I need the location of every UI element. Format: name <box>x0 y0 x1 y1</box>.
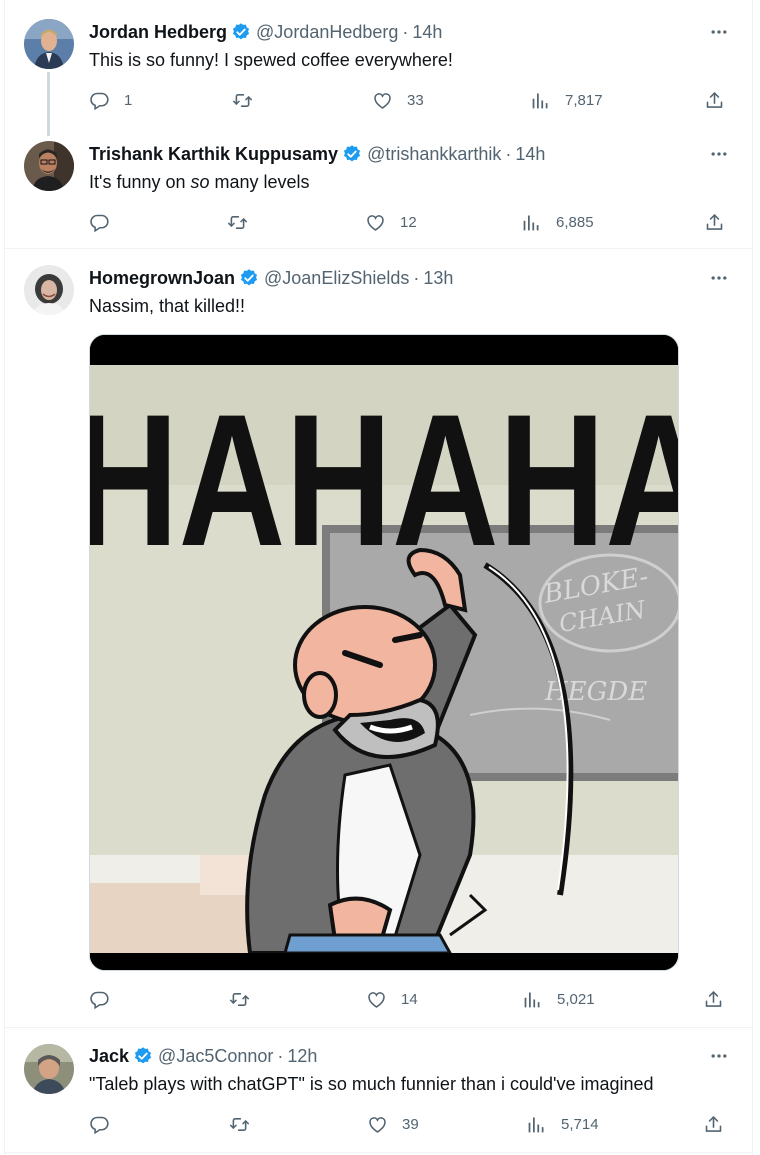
retweet-icon <box>229 1114 250 1135</box>
views-icon <box>530 90 551 111</box>
action-bar: 39 5,714 <box>89 1111 729 1137</box>
username-handle[interactable]: @trishankkarthik <box>367 144 501 165</box>
retweet-button[interactable] <box>227 209 248 235</box>
action-bar: 12 6,885 <box>89 209 729 235</box>
tweet-text: "Taleb plays with chatGPT" is so much fu… <box>89 1074 654 1094</box>
more-options-icon[interactable] <box>708 143 730 165</box>
timestamp[interactable]: 14h <box>412 22 442 43</box>
views-icon <box>526 1114 547 1135</box>
like-icon <box>367 1114 388 1135</box>
tweet-text-end: many levels <box>209 172 310 192</box>
more-options-icon[interactable] <box>708 1045 730 1067</box>
reply-button[interactable]: 1 <box>89 87 132 113</box>
tweet-header: Jordan Hedberg @JordanHedberg · 14h <box>89 20 442 44</box>
retweet-button[interactable] <box>232 87 253 113</box>
tweet-header: HomegrownJoan @JoanElizShields · 13h <box>89 266 453 290</box>
timestamp[interactable]: 13h <box>423 268 453 289</box>
views-button[interactable]: 7,817 <box>530 87 603 113</box>
verified-badge-icon <box>231 22 251 42</box>
reply-count: 1 <box>124 91 133 109</box>
tweet-divider <box>4 248 753 249</box>
views-button[interactable]: 5,714 <box>526 1111 599 1137</box>
timestamp[interactable]: 12h <box>287 1046 317 1067</box>
like-icon <box>372 90 393 111</box>
verified-badge-icon <box>239 268 259 288</box>
username-handle[interactable]: @JordanHedberg <box>256 22 398 43</box>
reply-button[interactable] <box>89 986 110 1012</box>
display-name[interactable]: HomegrownJoan <box>89 268 235 289</box>
media-caption-text: HAHAHA <box>90 375 679 585</box>
reply-button[interactable] <box>89 1111 110 1137</box>
tweet-divider <box>4 1152 753 1153</box>
views-count: 6,885 <box>556 213 594 231</box>
views-button[interactable]: 6,885 <box>521 209 594 235</box>
tweet-text: This is so funny! I spewed coffee everyw… <box>89 50 453 70</box>
share-icon <box>704 90 725 111</box>
separator-dot: · <box>277 1045 284 1066</box>
thread-connector-line <box>47 72 50 136</box>
verified-badge-icon <box>342 144 362 164</box>
retweet-icon <box>232 90 253 111</box>
share-icon <box>703 1114 724 1135</box>
timestamp[interactable]: 14h <box>515 144 545 165</box>
retweet-button[interactable] <box>229 1111 250 1137</box>
retweet-icon <box>229 989 250 1010</box>
tweet-media-image[interactable]: BLOKE- CHAIN HEGDE HAHAHA <box>89 334 679 971</box>
action-bar: 1 33 7,817 <box>89 87 729 113</box>
tweet-header: Jack @Jac5Connor · 12h <box>89 1044 317 1068</box>
separator-dot: · <box>505 143 512 164</box>
share-button[interactable] <box>703 1111 724 1137</box>
reply-icon <box>89 212 110 233</box>
like-icon <box>366 989 387 1010</box>
verified-badge-icon <box>133 1046 153 1066</box>
avatar[interactable] <box>24 141 74 191</box>
like-button[interactable]: 12 <box>365 209 417 235</box>
tweet-divider <box>4 1027 753 1028</box>
avatar[interactable] <box>24 265 74 315</box>
like-count: 39 <box>402 1115 419 1133</box>
username-handle[interactable]: @JoanElizShields <box>264 268 409 289</box>
share-button[interactable] <box>704 209 725 235</box>
like-button[interactable]: 14 <box>366 986 418 1012</box>
like-count: 14 <box>401 990 418 1008</box>
action-bar: 14 5,021 <box>89 986 729 1012</box>
like-icon <box>365 212 386 233</box>
avatar[interactable] <box>24 1044 74 1094</box>
more-options-icon[interactable] <box>708 267 730 289</box>
like-count: 33 <box>407 91 424 109</box>
avatar[interactable] <box>24 19 74 69</box>
tweet-text-start: It's funny on <box>89 172 191 192</box>
like-button[interactable]: 39 <box>367 1111 419 1137</box>
views-count: 5,714 <box>561 1115 599 1133</box>
reply-icon <box>89 1114 110 1135</box>
display-name[interactable]: Jack <box>89 1046 129 1067</box>
tweet-text-emphasis: so <box>190 172 210 192</box>
reply-icon <box>89 989 110 1010</box>
views-count: 7,817 <box>565 91 603 109</box>
retweet-icon <box>227 212 248 233</box>
share-button[interactable] <box>704 87 725 113</box>
tweet-text: It's funny on so many levels <box>89 170 310 194</box>
share-icon <box>704 212 725 233</box>
username-handle[interactable]: @Jac5Connor <box>158 1046 273 1067</box>
views-icon <box>522 989 543 1010</box>
like-button[interactable]: 33 <box>372 87 424 113</box>
like-count: 12 <box>400 213 417 231</box>
share-icon <box>703 989 724 1010</box>
display-name[interactable]: Jordan Hedberg <box>89 22 227 43</box>
more-options-icon[interactable] <box>708 21 730 43</box>
views-count: 5,021 <box>557 990 595 1008</box>
tweet-text: Nassim, that killed!! <box>89 296 246 316</box>
display-name[interactable]: Trishank Karthik Kuppusamy <box>89 144 338 165</box>
retweet-button[interactable] <box>229 986 250 1012</box>
reply-icon <box>89 90 110 111</box>
views-button[interactable]: 5,021 <box>522 986 595 1012</box>
reply-button[interactable] <box>89 209 110 235</box>
tweet-header: Trishank Karthik Kuppusamy @trishankkart… <box>89 142 545 166</box>
separator-dot: · <box>413 267 420 288</box>
views-icon <box>521 212 542 233</box>
separator-dot: · <box>402 21 409 42</box>
share-button[interactable] <box>703 986 724 1012</box>
